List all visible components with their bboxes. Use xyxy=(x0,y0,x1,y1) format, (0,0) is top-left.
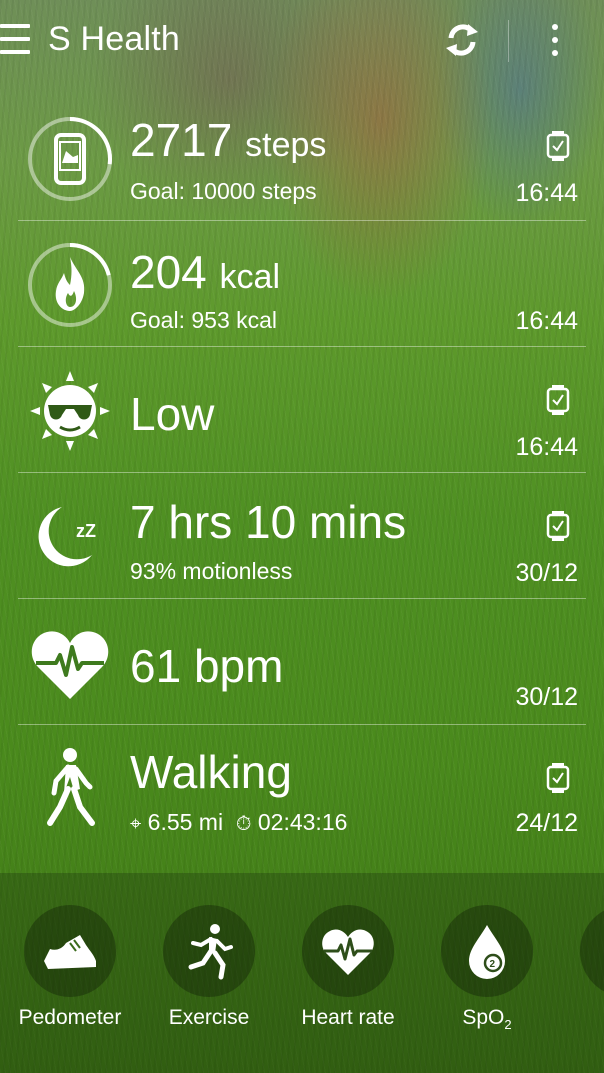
watch-icon xyxy=(546,131,570,161)
divider xyxy=(508,20,509,62)
sleep-moon-icon: zZ xyxy=(38,507,96,567)
spo2-icon: 2 xyxy=(441,905,533,997)
running-icon xyxy=(163,905,255,997)
heart-rate-label: Heart rate xyxy=(301,1006,395,1029)
location-pin-icon: ⌖ xyxy=(130,813,142,835)
app-title: S Health xyxy=(48,20,181,58)
exercise-shortcut[interactable]: Exercise xyxy=(139,873,279,1073)
heart-rate-shortcut[interactable]: Heart rate xyxy=(278,873,418,1073)
walking-distance: 6.55 mi xyxy=(147,809,224,835)
steps-value: 2717 steps xyxy=(130,114,327,166)
shortcut-bar: Pedometer Exercise Heart rate 2 SpO2 xyxy=(0,873,604,1073)
svg-text:2: 2 xyxy=(490,959,496,970)
calories-goal: Goal: 953 kcal xyxy=(130,307,278,333)
watch-icon xyxy=(546,763,570,793)
uv-sun-icon xyxy=(30,371,110,451)
exercise-label: Exercise xyxy=(168,1006,250,1029)
watch-icon xyxy=(546,511,570,541)
heart-rate-time: 30/12 xyxy=(515,683,578,711)
heart-rate-icon xyxy=(302,905,394,997)
pedometer-shortcut[interactable]: Pedometer xyxy=(0,873,140,1073)
heart-rate-icon xyxy=(31,631,109,699)
calories-time: 16:44 xyxy=(515,307,578,335)
uv-row[interactable]: Low 16:44 xyxy=(0,347,604,473)
steps-time: 16:44 xyxy=(515,179,578,207)
heart-rate-value: 61 bpm xyxy=(130,640,284,692)
watch-icon xyxy=(546,385,570,415)
spo2-shortcut[interactable]: 2 SpO2 xyxy=(417,873,557,1073)
calories-value: 204 kcal xyxy=(130,246,280,298)
sleep-row[interactable]: zZ 7 hrs 10 mins 93% motionless 30/12 xyxy=(0,473,604,599)
stopwatch-icon: ⏱ xyxy=(235,813,252,835)
steps-goal: Goal: 10000 steps xyxy=(130,178,317,204)
steps-row[interactable]: 2717 steps Goal: 10000 steps 16:44 xyxy=(0,95,604,221)
walking-row[interactable]: Walking ⌖ 6.55 mi ⏱ 02:43:16 24/12 xyxy=(0,725,604,851)
svg-text:zZ: zZ xyxy=(76,521,96,541)
walking-label: Walking xyxy=(130,746,292,798)
pedometer-label: Pedometer xyxy=(18,1006,122,1029)
flame-icon xyxy=(28,243,112,327)
next-shortcut[interactable] xyxy=(556,873,604,1073)
calories-row[interactable]: 204 kcal Goal: 953 kcal 16:44 xyxy=(0,221,604,347)
walking-stats: ⌖ 6.55 mi ⏱ 02:43:16 xyxy=(130,809,348,835)
walking-duration: 02:43:16 xyxy=(257,809,348,835)
heart-rate-row[interactable]: 61 bpm 30/12 xyxy=(0,599,604,725)
menu-icon[interactable] xyxy=(0,22,32,58)
sleep-time: 30/12 xyxy=(515,559,578,587)
sleep-quality: 93% motionless xyxy=(130,558,293,584)
uv-time: 16:44 xyxy=(515,433,578,461)
watch-steps-icon xyxy=(28,117,112,201)
walking-icon xyxy=(47,748,95,826)
sleep-value: 7 hrs 10 mins xyxy=(130,496,407,548)
walking-time: 24/12 xyxy=(515,809,578,837)
more-options-icon[interactable] xyxy=(548,18,562,62)
uv-value: Low xyxy=(130,388,215,440)
spo2-label: SpO2 xyxy=(462,1006,512,1033)
action-bar: S Health xyxy=(0,0,604,84)
partial-shortcut-icon xyxy=(580,905,604,997)
sync-icon[interactable] xyxy=(442,20,482,60)
shoe-icon xyxy=(24,905,116,997)
